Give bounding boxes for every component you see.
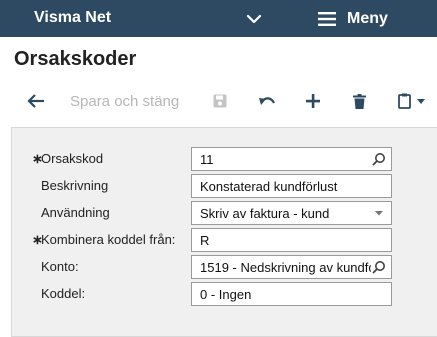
back-button[interactable]	[22, 82, 50, 120]
save-and-close-button[interactable]: Spara och stäng	[70, 82, 188, 120]
field-label: Användning	[41, 205, 110, 220]
field-label: Orsakskod	[41, 151, 104, 166]
search-icon[interactable]	[371, 259, 387, 275]
undo-icon	[259, 97, 275, 105]
clipboard-icon	[398, 93, 411, 109]
delete-button[interactable]	[346, 82, 372, 120]
field-label: Kombinera koddel från:	[41, 232, 176, 247]
form-panel: ∗ Orsakskod 11 Beskrivning Konstaterad k…	[11, 127, 437, 337]
field-label: Konto:	[41, 259, 79, 274]
floppy-disk-icon	[213, 94, 227, 108]
beskrivning-input[interactable]: Konstaterad kundförlust	[191, 174, 392, 198]
clipboard-menu-button[interactable]	[394, 82, 430, 120]
chevron-down-icon[interactable]	[244, 10, 264, 28]
field-value: 1519 - Nedskrivning av kundfordringar	[200, 259, 371, 275]
orsakskod-input[interactable]: 11	[191, 147, 392, 171]
form-row-anvandning: Användning Skriv av faktura - kund	[12, 201, 437, 225]
caret-down-icon	[417, 99, 425, 104]
field-value: Konstaterad kundförlust	[200, 178, 338, 194]
field-value: R	[200, 232, 210, 248]
form-row-konto: Konto: 1519 - Nedskrivning av kundfordri…	[12, 255, 437, 279]
form-row-kombinera: ∗ Kombinera koddel från: R	[12, 228, 437, 252]
menu-label: Meny	[347, 10, 388, 27]
save-and-close-label: Spara och stäng	[70, 92, 180, 110]
back-arrow-icon	[27, 94, 44, 108]
form-row-koddel: Koddel: 0 - Ingen	[12, 282, 437, 306]
page-title: Orsakskoder	[14, 48, 137, 70]
search-icon[interactable]	[371, 151, 387, 167]
field-value: Skriv av faktura - kund	[200, 205, 330, 221]
form-row-orsakskod: ∗ Orsakskod 11	[12, 147, 437, 171]
kombinera-input[interactable]: R	[191, 228, 392, 252]
undo-button[interactable]	[254, 82, 280, 120]
toolbar: Spara och stäng	[0, 82, 437, 120]
dropdown-arrow-icon	[375, 211, 383, 216]
field-value: 0 - Ingen	[200, 286, 252, 302]
form-row-beskrivning: Beskrivning Konstaterad kundförlust	[12, 174, 437, 198]
konto-input[interactable]: 1519 - Nedskrivning av kundfordringar	[191, 255, 392, 279]
plus-icon	[306, 94, 320, 108]
add-button[interactable]	[300, 82, 326, 120]
hamburger-icon	[318, 12, 336, 26]
field-value: 11	[200, 151, 214, 167]
save-button[interactable]	[208, 82, 232, 120]
menu-button[interactable]: Meny	[318, 9, 388, 29]
koddel-input[interactable]: 0 - Ingen	[191, 282, 392, 306]
field-label: Beskrivning	[41, 178, 109, 193]
app-name[interactable]: Visma Net	[34, 9, 111, 27]
anvandning-select[interactable]: Skriv av faktura - kund	[191, 201, 392, 225]
trash-icon	[352, 93, 366, 109]
top-navigation-bar: Visma Net Meny	[0, 0, 437, 37]
field-label: Koddel:	[41, 286, 86, 301]
